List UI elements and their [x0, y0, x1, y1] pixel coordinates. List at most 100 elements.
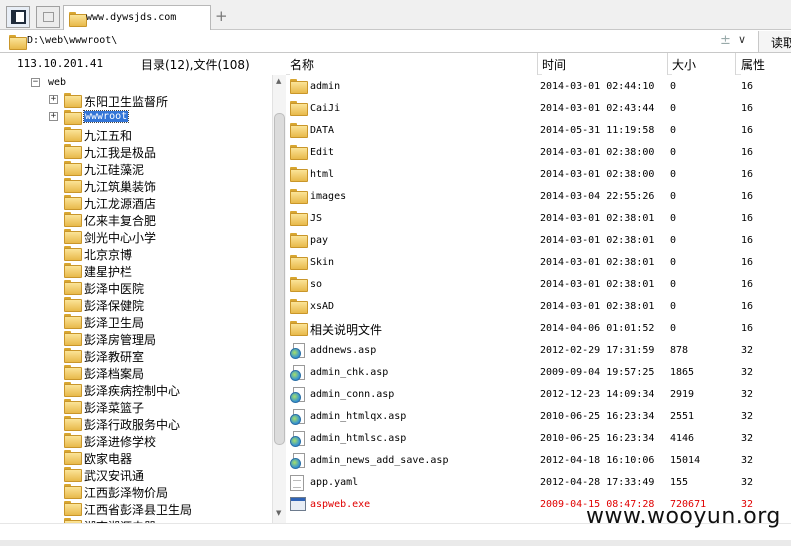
file-size: 0	[670, 191, 677, 202]
file-size: 2919	[670, 389, 695, 400]
folder-icon	[64, 246, 82, 261]
file-name: admin	[310, 81, 341, 92]
folder-icon	[290, 167, 308, 183]
file-attr: 16	[741, 191, 754, 202]
column-header-attr[interactable]: 属性	[741, 53, 791, 75]
column-header-time[interactable]: 时间	[542, 53, 668, 75]
tree-node-label: 江西省彭泽县卫生局	[84, 503, 193, 517]
file-name: Skin	[310, 257, 335, 268]
file-row[interactable]: DATA 2014-05-31 11:19:58 0 16	[286, 120, 791, 142]
file-list: admin 2014-03-01 02:44:10 0 16 CaiJi 2014-03-…	[286, 76, 791, 523]
folder-icon	[64, 399, 82, 414]
file-size: 1865	[670, 367, 695, 378]
column-header-size[interactable]: 大小	[672, 53, 736, 75]
file-attr: 16	[741, 103, 754, 114]
asp-file-icon	[290, 343, 306, 362]
file-size: 2551	[670, 411, 695, 422]
file-row[interactable]: xsAD 2014-03-01 02:38:01 0 16	[286, 296, 791, 318]
file-row[interactable]: html 2014-03-01 02:38:00 0 16	[286, 164, 791, 186]
tree-node-label: 北京京博	[84, 248, 133, 262]
folder-icon	[64, 280, 82, 295]
file-time: 2014-03-01 02:38:00	[540, 169, 655, 180]
horizontal-scrollbar[interactable]	[0, 540, 791, 546]
file-row[interactable]: admin_news_add_save.asp 2012-04-18 16:10:…	[286, 450, 791, 472]
file-size: 0	[670, 323, 677, 334]
file-name: html	[310, 169, 335, 180]
file-time: 2014-03-01 02:38:01	[540, 279, 655, 290]
folder-icon	[290, 255, 308, 271]
panel-icon	[11, 10, 26, 24]
folder-icon	[290, 145, 308, 161]
path-input[interactable]: D:\web\wwwroot\	[27, 35, 117, 46]
tree-node-label: 彭泽疾病控制中心	[84, 384, 181, 398]
expand-icon[interactable]: +	[49, 112, 58, 121]
file-time: 2012-04-18 16:10:06	[540, 455, 655, 466]
file-attr: 32	[741, 367, 754, 378]
folder-icon	[64, 161, 82, 176]
add-tab-button[interactable]: +	[215, 7, 228, 25]
file-time: 2014-03-01 02:38:01	[540, 213, 655, 224]
tree-node-label: 彭泽保健院	[84, 299, 145, 313]
scroll-down-icon[interactable]: ▼	[276, 509, 281, 517]
tree-node-label: 江西彭泽物价局	[84, 486, 169, 500]
file-row[interactable]: Edit 2014-03-01 02:38:00 0 16	[286, 142, 791, 164]
scrollbar-thumb[interactable]	[274, 113, 285, 445]
file-row[interactable]: so 2014-03-01 02:38:01 0 16	[286, 274, 791, 296]
file-attr: 16	[741, 323, 754, 334]
file-row[interactable]: admin_htmlsc.asp 2010-06-25 16:23:34 4146 3…	[286, 428, 791, 450]
file-row[interactable]: app.yaml 2012-04-28 17:33:49 155 32	[286, 472, 791, 494]
tree-node-label: web	[48, 77, 67, 88]
column-header-name[interactable]: 名称	[290, 53, 538, 75]
file-size: 0	[670, 81, 677, 92]
file-row[interactable]: admin_htmlqx.asp 2010-06-25 16:23:34 2551 3…	[286, 406, 791, 428]
folder-icon	[290, 189, 308, 205]
file-row[interactable]: admin 2014-03-01 02:44:10 0 16	[286, 76, 791, 98]
file-name: DATA	[310, 125, 335, 136]
file-size: 0	[670, 279, 677, 290]
file-row[interactable]: CaiJi 2014-03-01 02:43:44 0 16	[286, 98, 791, 120]
file-row[interactable]: JS 2014-03-01 02:38:01 0 16	[286, 208, 791, 230]
pin-icon[interactable]: ±	[720, 33, 731, 48]
file-row[interactable]: admin_chk.asp 2009-09-04 19:57:25 1865 32	[286, 362, 791, 384]
toggle-panel-button[interactable]	[6, 6, 30, 28]
folder-icon	[64, 416, 82, 431]
tree-node-label: 彭泽房管理局	[84, 333, 157, 347]
file-row[interactable]: Skin 2014-03-01 02:38:01 0 16	[286, 252, 791, 274]
file-row[interactable]: admin_conn.asp 2012-12-23 14:09:34 2919 32	[286, 384, 791, 406]
folder-icon	[64, 450, 82, 465]
tree-scrollbar[interactable]: ▲ ▼	[272, 75, 286, 523]
file-attr: 32	[741, 477, 754, 488]
tab-bar: www.dywsjds.com +	[0, 0, 791, 30]
file-name: CaiJi	[310, 103, 341, 114]
server-ip: 113.10.201.41	[17, 57, 104, 70]
file-row[interactable]: addnews.asp 2012-02-29 17:31:59 878 32	[286, 340, 791, 362]
file-size: 4146	[670, 433, 695, 444]
tree-node-label: 彭泽卫生局	[84, 316, 145, 330]
folder-icon	[64, 229, 82, 244]
directory-tree: − web + 东阳卫生监督所 + wwwroot 九江五和 九江我是极品 九江硅藻泥 九江筑巢装…	[0, 75, 272, 523]
file-name: xsAD	[310, 301, 335, 312]
collapse-icon[interactable]: −	[31, 78, 40, 87]
file-time: 2012-12-23 14:09:34	[540, 389, 655, 400]
chevron-down-icon[interactable]: ∨	[738, 33, 746, 46]
new-window-button[interactable]	[36, 6, 60, 28]
folder-icon	[64, 297, 82, 312]
folder-icon	[64, 178, 82, 193]
file-row[interactable]: images 2014-03-04 22:55:26 0 16	[286, 186, 791, 208]
file-size: 0	[670, 257, 677, 268]
exe-file-icon	[290, 497, 306, 514]
folder-icon	[64, 144, 82, 159]
folder-icon	[290, 299, 308, 315]
text-file-icon	[290, 475, 304, 494]
file-name: aspweb.exe	[310, 499, 371, 510]
read-button[interactable]: 读取	[758, 31, 791, 52]
expand-icon[interactable]: +	[49, 95, 58, 104]
scroll-up-icon[interactable]: ▲	[276, 77, 281, 85]
file-attr: 32	[741, 455, 754, 466]
tab-site[interactable]: www.dywsjds.com	[63, 5, 211, 30]
folder-icon	[9, 35, 27, 50]
file-attr: 32	[741, 389, 754, 400]
file-row[interactable]: pay 2014-03-01 02:38:01 0 16	[286, 230, 791, 252]
file-name: admin_conn.asp	[310, 389, 395, 400]
file-row[interactable]: 相关说明文件 2014-04-06 01:01:52 0 16	[286, 318, 791, 340]
